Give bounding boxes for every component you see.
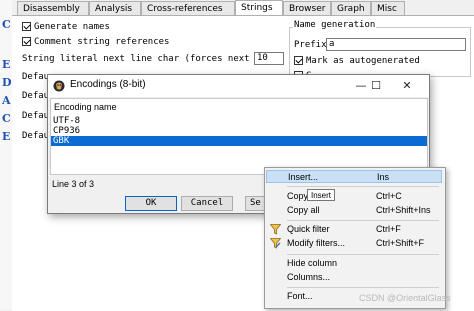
left-glyph: C xyxy=(2,112,11,125)
menu-item-modify-filters[interactable]: Modify filters... Ctrl+Shift+F xyxy=(266,237,442,250)
menu-item-shortcut: Ctrl+Shift+F xyxy=(376,238,425,248)
column-header-encoding-name[interactable]: Encoding name xyxy=(54,102,117,112)
default-label: Defau xyxy=(22,111,50,121)
menu-item-hide-column[interactable]: Hide column xyxy=(266,257,442,270)
menu-item-label: Modify filters... xyxy=(287,238,346,248)
generate-names-label: Generate names xyxy=(34,22,110,32)
menu-item-label: Columns... xyxy=(287,272,331,282)
status-line: Line 3 of 3 xyxy=(52,179,95,189)
menu-item-label: Copy xyxy=(287,191,309,201)
default-label: Defau xyxy=(22,91,50,101)
menu-item-label: Quick filter xyxy=(287,224,330,234)
close-button[interactable]: ✕ xyxy=(397,77,417,94)
ok-button[interactable]: OK xyxy=(125,196,177,211)
left-glyph: E xyxy=(2,130,11,143)
menu-item-label: Font... xyxy=(287,291,313,301)
context-menu: Insert... Ins Copy Ctrl+C Copy all Ctrl+… xyxy=(264,167,446,309)
tab-disassembly[interactable]: Disassembly xyxy=(17,1,89,15)
mark-autogenerated-checkbox[interactable] xyxy=(294,56,303,65)
list-item-selected[interactable]: GBK xyxy=(51,136,427,146)
list-item[interactable]: CP936 xyxy=(51,126,427,136)
left-glyph: A xyxy=(2,94,11,107)
generate-names-checkbox[interactable] xyxy=(22,22,31,31)
menu-item-copy-all[interactable]: Copy all Ctrl+Shift+Ins xyxy=(266,204,442,217)
menu-separator xyxy=(287,287,439,288)
literal-next-line-label: String literal next line char (forces ne… xyxy=(22,54,283,64)
tab-strings[interactable]: Strings xyxy=(235,0,283,16)
default-label: Defau xyxy=(22,131,50,141)
menu-item-shortcut: Ins xyxy=(377,172,390,182)
tab-cross-references[interactable]: Cross-references xyxy=(141,1,235,15)
menu-item-label: Insert... xyxy=(288,172,319,182)
left-glyph: E xyxy=(2,58,11,71)
funnel-edit-icon xyxy=(270,238,281,249)
tab-misc[interactable]: Misc xyxy=(371,1,405,15)
left-glyph: D xyxy=(2,76,12,89)
comment-string-refs-label: Comment string references xyxy=(34,37,170,47)
maximize-button[interactable]: ☐ xyxy=(366,77,386,94)
menu-item-shortcut: Ctrl+Shift+Ins xyxy=(376,205,431,215)
menu-separator xyxy=(287,186,439,187)
menu-item-quick-filter[interactable]: Quick filter Ctrl+F xyxy=(266,223,442,236)
tab-graph[interactable]: Graph xyxy=(331,1,371,15)
tab-analysis[interactable]: Analysis xyxy=(89,1,141,15)
menu-item-shortcut: Ctrl+C xyxy=(376,191,402,201)
menu-separator xyxy=(287,220,439,221)
menu-item-insert[interactable]: Insert... Ins xyxy=(266,170,442,183)
default-label: Defau xyxy=(22,72,50,82)
name-generation-group xyxy=(289,27,471,77)
comment-string-refs-checkbox[interactable] xyxy=(22,37,31,46)
tab-browser[interactable]: Browser xyxy=(283,1,331,15)
menu-item-columns[interactable]: Columns... xyxy=(266,271,442,284)
dialog-title-bar: Encodings (8-bit) — ☐ ✕ xyxy=(48,75,429,97)
ida-app-icon xyxy=(53,80,65,92)
literal-next-line-input[interactable]: 10 xyxy=(254,52,284,65)
menu-item-copy[interactable]: Copy Ctrl+C xyxy=(266,190,442,203)
menu-separator xyxy=(287,254,439,255)
prefix-input[interactable]: a xyxy=(326,38,466,51)
menu-item-label: Hide column xyxy=(287,258,338,268)
cancel-button[interactable]: Cancel xyxy=(181,196,233,211)
dialog-title: Encodings (8-bit) xyxy=(70,79,146,90)
prefix-label: Prefix xyxy=(294,40,327,50)
menu-item-shortcut: Ctrl+F xyxy=(376,224,401,234)
list-item[interactable]: UTF-8 xyxy=(51,116,427,126)
name-generation-title: Name generation xyxy=(293,20,377,30)
menu-item-label: Copy all xyxy=(287,205,320,215)
options-tab-bar: Disassembly Analysis Cross-references St… xyxy=(17,0,474,16)
left-glyph: C xyxy=(2,18,11,31)
watermark: CSDN @OrientalGlass xyxy=(359,293,451,303)
mark-autogenerated-label: Mark as autogenerated xyxy=(306,56,420,66)
encoding-list[interactable]: Encoding name UTF-8 CP936 GBK xyxy=(50,98,428,175)
left-edge-strip: C E D A C E xyxy=(0,0,12,310)
insert-tooltip: Insert xyxy=(307,189,336,201)
funnel-icon xyxy=(270,224,281,235)
